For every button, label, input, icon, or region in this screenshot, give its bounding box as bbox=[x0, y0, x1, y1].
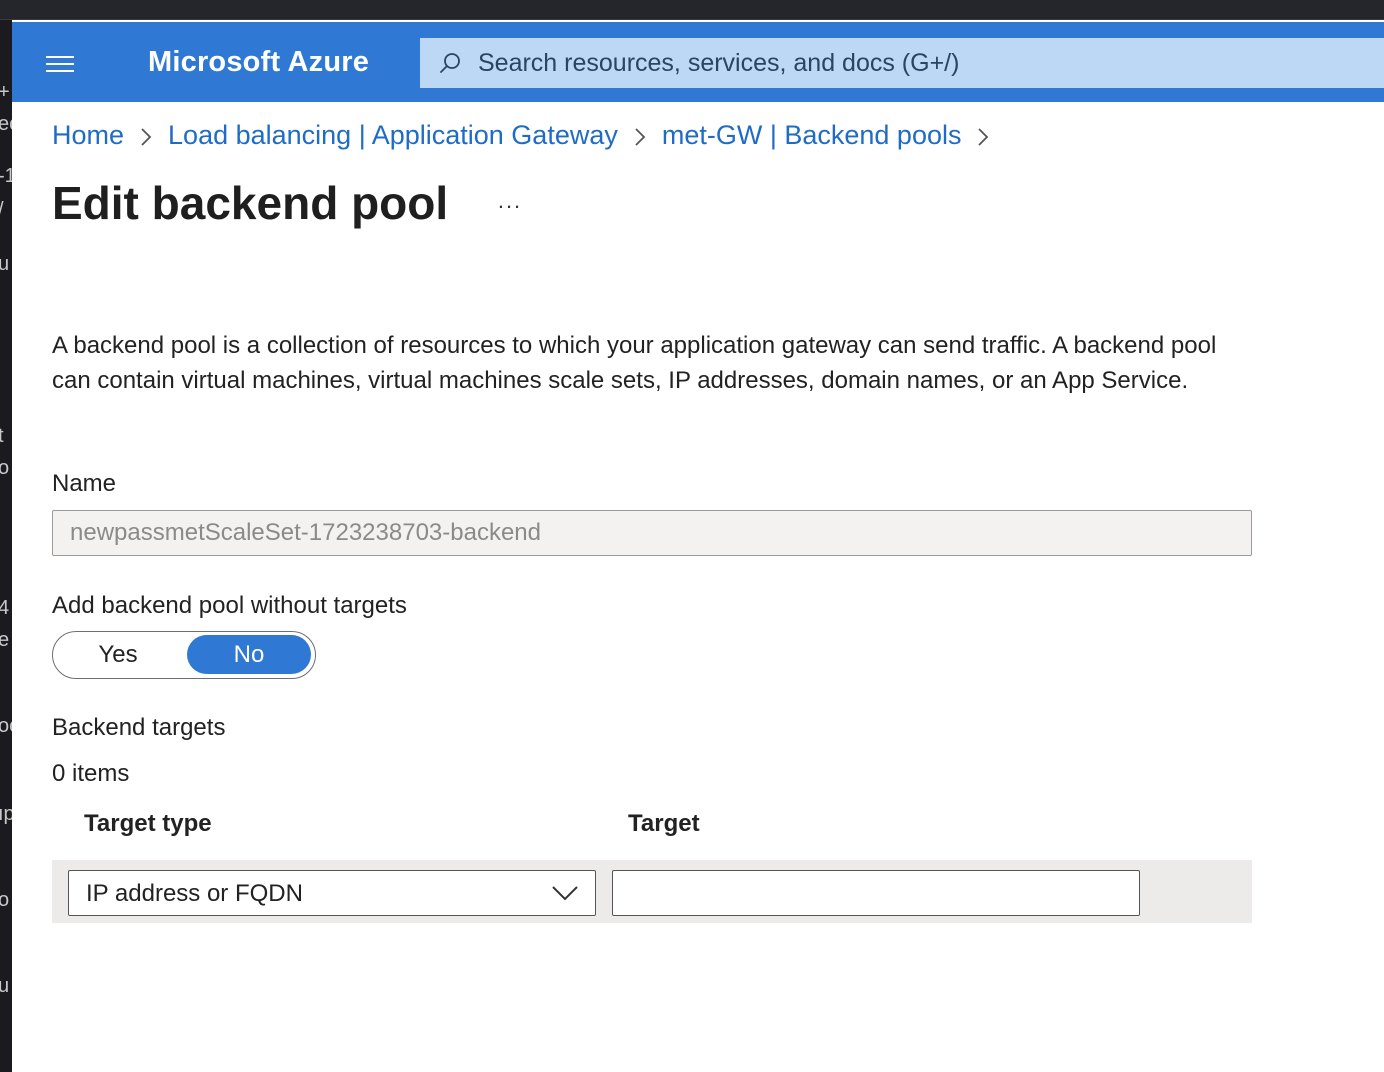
edge-glyph: + bbox=[0, 81, 10, 103]
breadcrumb-backend-pools[interactable]: met-GW | Backend pools bbox=[662, 120, 962, 151]
items-count: 0 items bbox=[52, 760, 130, 787]
edge-glyph: u bbox=[0, 253, 10, 275]
edge-glyph: oc bbox=[0, 715, 12, 737]
global-search[interactable] bbox=[420, 38, 1384, 88]
without-targets-label: Add backend pool without targets bbox=[52, 592, 407, 619]
portal-brand[interactable]: Microsoft Azure bbox=[148, 46, 369, 79]
edge-glyph: 4 bbox=[0, 597, 10, 619]
breadcrumb-load-balancing[interactable]: Load balancing | Application Gateway bbox=[168, 120, 618, 151]
edge-glyph: o bbox=[0, 889, 10, 911]
azure-portal-window: Microsoft Azure Home Load balancing | Ap… bbox=[12, 20, 1384, 1072]
chevron-right-icon bbox=[124, 120, 168, 151]
hamburger-menu-icon[interactable] bbox=[46, 54, 74, 74]
edge-glyph: u bbox=[0, 975, 10, 997]
name-field[interactable] bbox=[52, 510, 1252, 556]
toggle-no-option[interactable]: No bbox=[187, 635, 311, 674]
edge-glyph: o bbox=[0, 457, 10, 479]
edge-glyph: ec bbox=[0, 113, 12, 135]
search-icon bbox=[440, 53, 460, 73]
toggle-yes-option[interactable]: Yes bbox=[56, 635, 180, 674]
target-type-dropdown[interactable]: IP address or FQDN bbox=[68, 870, 596, 916]
breadcrumb: Home Load balancing | Application Gatewa… bbox=[52, 120, 1005, 151]
search-input[interactable] bbox=[478, 46, 1358, 80]
without-targets-toggle: Yes No bbox=[52, 631, 316, 679]
chevron-right-icon bbox=[961, 120, 1005, 151]
target-type-value: IP address or FQDN bbox=[86, 880, 303, 907]
edge-glyph: e bbox=[0, 629, 10, 651]
backend-targets-label: Backend targets bbox=[52, 714, 226, 741]
name-label: Name bbox=[52, 470, 117, 497]
window-top-strip bbox=[0, 0, 1384, 20]
edge-glyph: ıp bbox=[0, 803, 12, 825]
table-row: IP address or FQDN bbox=[52, 860, 1252, 923]
portal-header: Microsoft Azure bbox=[12, 22, 1384, 102]
edge-glyph: / bbox=[0, 200, 4, 220]
column-header-target: Target bbox=[628, 810, 700, 837]
breadcrumb-home[interactable]: Home bbox=[52, 120, 124, 151]
column-header-target-type: Target type bbox=[84, 810, 212, 837]
chevron-right-icon bbox=[618, 120, 662, 151]
page-title: Edit backend pool bbox=[52, 177, 449, 229]
page-description: A backend pool is a collection of resour… bbox=[52, 332, 1217, 394]
target-input[interactable] bbox=[612, 870, 1140, 916]
left-edge-background-window: + ec -1 / u t o 4 e oc ıp o u bbox=[0, 20, 12, 1072]
edge-glyph: t bbox=[0, 425, 4, 447]
more-options-button[interactable]: ... bbox=[492, 186, 528, 222]
edge-glyph: -1 bbox=[0, 165, 12, 187]
chevron-down-icon bbox=[552, 886, 578, 901]
